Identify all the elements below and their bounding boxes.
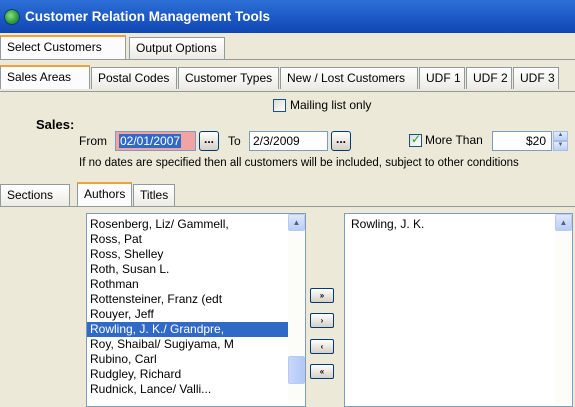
- list-item[interactable]: Rowling, J. K.: [348, 217, 572, 232]
- to-date-field[interactable]: 2/3/2009: [249, 131, 328, 151]
- tab-udf-3[interactable]: UDF 3: [513, 67, 559, 89]
- sales-section-label: Sales:: [36, 117, 75, 132]
- window-titlebar[interactable]: Customer Relation Management Tools: [0, 0, 575, 33]
- tab-titles[interactable]: Titles: [133, 184, 175, 206]
- amount-field[interactable]: $20: [492, 131, 552, 151]
- list-item[interactable]: Ross, Pat: [87, 232, 305, 247]
- tab-sales-areas[interactable]: Sales Areas: [0, 65, 90, 89]
- mailing-list-label: Mailing list only: [290, 98, 372, 112]
- from-date-field[interactable]: 02/01/2007: [115, 131, 196, 151]
- scroll-up-icon[interactable]: ▲: [555, 214, 572, 231]
- list-item[interactable]: Roy, Shaibal/ Sugiyama, M: [87, 337, 305, 352]
- add-all-button[interactable]: »: [310, 288, 334, 303]
- available-authors-list[interactable]: Rosenberg, Liz/ Gammell, Ross, Pat Ross, S…: [86, 213, 306, 407]
- more-than-checkbox[interactable]: [409, 132, 422, 147]
- list-item[interactable]: Rudnick, Lance/ Valli...: [87, 382, 305, 397]
- list-item[interactable]: Rouyer, Jeff: [87, 307, 305, 322]
- list-item[interactable]: Rottensteiner, Franz (edt: [87, 292, 305, 307]
- list-item[interactable]: Rothman: [87, 277, 305, 292]
- category-tabs-divider: [0, 206, 575, 207]
- list-item[interactable]: Rowling, J. K./ Grandpre,: [87, 322, 305, 337]
- list-item[interactable]: Rudgley, Richard: [87, 367, 305, 382]
- from-label: From: [79, 134, 107, 148]
- tab-customer-types[interactable]: Customer Types: [178, 67, 279, 89]
- scroll-up-icon[interactable]: ▲: [288, 214, 305, 231]
- category-tab-row: Sections Authors Titles: [0, 182, 176, 206]
- top-tab-row: Select Customers Output Options: [0, 35, 226, 59]
- remove-all-button[interactable]: «: [310, 364, 334, 379]
- available-list-scrollbar[interactable]: ▲: [288, 214, 305, 406]
- filter-tab-row: Sales Areas Postal Codes Customer Types …: [0, 65, 560, 89]
- mailing-list-checkbox[interactable]: [273, 99, 286, 112]
- amount-spinner[interactable]: ▲ ▼: [553, 131, 568, 151]
- date-range-note: If no dates are specified then all custo…: [79, 157, 519, 169]
- app-globe-icon: [4, 8, 20, 25]
- tab-sections[interactable]: Sections: [0, 184, 70, 206]
- chosen-list-scrollbar[interactable]: ▲: [555, 214, 572, 406]
- tab-authors[interactable]: Authors: [77, 182, 132, 206]
- remove-button[interactable]: ‹: [310, 339, 334, 354]
- tab-udf-1[interactable]: UDF 1: [419, 67, 465, 89]
- tab-udf-2[interactable]: UDF 2: [466, 67, 512, 89]
- top-tabs-divider: [0, 59, 575, 60]
- to-date-picker-button[interactable]: ...: [331, 131, 351, 151]
- more-than-label: More Than: [425, 133, 483, 147]
- tab-new-lost-customers[interactable]: New / Lost Customers: [280, 67, 418, 89]
- from-date-picker-button[interactable]: ...: [199, 131, 219, 151]
- list-item[interactable]: Roth, Susan L.: [87, 262, 305, 277]
- tab-postal-codes[interactable]: Postal Codes: [91, 67, 177, 89]
- list-item[interactable]: Ross, Shelley: [87, 247, 305, 262]
- to-label: To: [228, 134, 241, 148]
- spin-down-icon[interactable]: ▼: [553, 141, 568, 151]
- add-button[interactable]: ›: [310, 313, 334, 328]
- tab-output-options[interactable]: Output Options: [129, 37, 225, 59]
- list-item[interactable]: Rosenberg, Liz/ Gammell,: [87, 217, 305, 232]
- window-title: Customer Relation Management Tools: [25, 9, 271, 24]
- chosen-authors-list[interactable]: Rowling, J. K. ▲: [344, 213, 573, 407]
- scroll-thumb[interactable]: [288, 356, 305, 384]
- filter-tabs-divider: [0, 91, 575, 92]
- from-date-value: 02/01/2007: [119, 134, 182, 148]
- spin-up-icon[interactable]: ▲: [553, 131, 568, 141]
- list-item[interactable]: Rubino, Carl: [87, 352, 305, 367]
- tab-select-customers[interactable]: Select Customers: [0, 35, 126, 59]
